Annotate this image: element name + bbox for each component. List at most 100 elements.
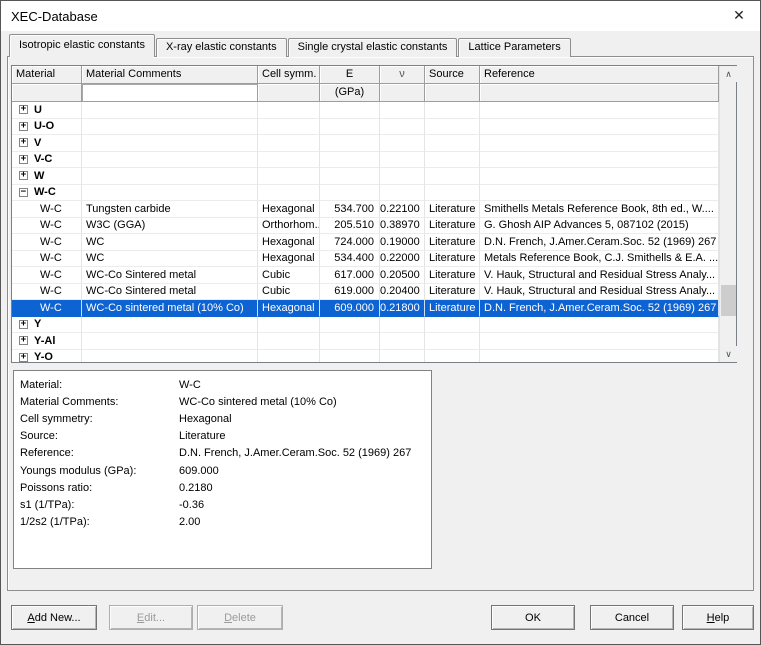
- details-value: 0.2180: [179, 482, 213, 494]
- scroll-down-icon[interactable]: ∨: [720, 346, 737, 362]
- material-cell: −W-C: [12, 185, 82, 202]
- column-header-material-comments[interactable]: Material Comments: [82, 66, 258, 84]
- empty-cell: [480, 135, 719, 152]
- table-header: MaterialMaterial CommentsCell symm.EνSou…: [12, 66, 719, 84]
- empty-cell: [425, 333, 480, 350]
- tree-group-row-u[interactable]: +U: [12, 102, 719, 119]
- reference-cell: Metals Reference Book, C.J. Smithells & …: [480, 251, 719, 268]
- empty-cell: [258, 152, 320, 169]
- column-header-cell-symm-[interactable]: Cell symm.: [258, 66, 320, 84]
- table-row[interactable]: W-CWC-Co Sintered metalCubic617.0000.205…: [12, 267, 719, 284]
- empty-cell: [480, 168, 719, 185]
- ok-button[interactable]: OK: [491, 605, 575, 630]
- column-header-source[interactable]: Source: [425, 66, 480, 84]
- expand-icon[interactable]: +: [19, 138, 28, 147]
- subheader-cell: [480, 84, 719, 102]
- details-value: WC-Co sintered metal (10% Co): [179, 396, 337, 408]
- cell-symmetry-cell: Orthorhom...: [258, 218, 320, 235]
- empty-cell: [258, 168, 320, 185]
- empty-cell: [480, 333, 719, 350]
- cancel-button[interactable]: Cancel: [590, 605, 674, 630]
- comments-cell: WC-Co Sintered metal: [82, 284, 258, 301]
- table-row-selected[interactable]: W-CWC-Co sintered metal (10% Co)Hexagona…: [12, 300, 719, 317]
- column-header--[interactable]: ν: [380, 66, 425, 84]
- tree-group-row-y-o[interactable]: +Y-O: [12, 350, 719, 363]
- material-cell: +W: [12, 168, 82, 185]
- empty-cell: [82, 102, 258, 119]
- empty-cell: [258, 333, 320, 350]
- column-header-e[interactable]: E: [320, 66, 380, 84]
- vertical-scrollbar[interactable]: ∧ ∨: [719, 66, 736, 362]
- source-cell: Literature: [425, 201, 480, 218]
- empty-cell: [380, 185, 425, 202]
- table-row[interactable]: W-CTungsten carbideHexagonal534.7000.221…: [12, 201, 719, 218]
- tree-group-row-w[interactable]: +W: [12, 168, 719, 185]
- expand-icon[interactable]: +: [19, 122, 28, 131]
- table-row[interactable]: W-CWCHexagonal724.0000.19000LiteratureD.…: [12, 234, 719, 251]
- scroll-up-icon[interactable]: ∧: [720, 66, 737, 82]
- details-value: W-C: [179, 379, 201, 391]
- empty-cell: [425, 317, 480, 334]
- details-row: Cell symmetry:Hexagonal: [20, 410, 425, 427]
- expand-icon[interactable]: +: [19, 171, 28, 180]
- expand-icon[interactable]: +: [19, 336, 28, 345]
- add-new-button[interactable]: Add New...: [11, 605, 97, 630]
- reference-cell: D.N. French, J.Amer.Ceram.Soc. 52 (1969)…: [480, 300, 719, 317]
- comments-cell: WC-Co Sintered metal: [82, 267, 258, 284]
- empty-cell: [320, 119, 380, 136]
- details-value: Hexagonal: [179, 413, 232, 425]
- tree-group-row-v[interactable]: +V: [12, 135, 719, 152]
- tree-group-row-y[interactable]: +Y: [12, 317, 719, 334]
- tab-lattice-parameters[interactable]: Lattice Parameters: [458, 38, 570, 57]
- empty-cell: [425, 350, 480, 363]
- tab-isotropic-elastic-constants[interactable]: Isotropic elastic constants: [9, 34, 155, 57]
- table-rows: +U+U-O+V+V-C+W−W-CW-CTungsten carbideHex…: [12, 102, 719, 362]
- source-cell: Literature: [425, 300, 480, 317]
- tree-group-row-y-al[interactable]: +Y-Al: [12, 333, 719, 350]
- table-row[interactable]: W-CWCHexagonal534.4000.22000LiteratureMe…: [12, 251, 719, 268]
- material-cell: +Y-O: [12, 350, 82, 363]
- empty-cell: [480, 119, 719, 136]
- material-cell: +V-C: [12, 152, 82, 169]
- tab-x-ray-elastic-constants[interactable]: X-ray elastic constants: [156, 38, 287, 57]
- expand-icon[interactable]: +: [19, 105, 28, 114]
- youngs-modulus-cell: 609.000: [320, 300, 380, 317]
- expand-icon[interactable]: +: [19, 353, 28, 362]
- material-cell: W-C: [12, 218, 82, 235]
- cell-symmetry-cell: Cubic: [258, 284, 320, 301]
- cell-symmetry-cell: Hexagonal: [258, 234, 320, 251]
- tab-single-crystal-elastic-constants[interactable]: Single crystal elastic constants: [288, 38, 458, 57]
- comments-cell: WC: [82, 251, 258, 268]
- details-label: Youngs modulus (GPa):: [20, 465, 179, 477]
- empty-cell: [425, 152, 480, 169]
- cell-symmetry-cell: Hexagonal: [258, 251, 320, 268]
- details-panel: Material:W-CMaterial Comments:WC-Co sint…: [13, 370, 432, 569]
- table-row[interactable]: W-CWC-Co Sintered metalCubic619.0000.204…: [12, 284, 719, 301]
- tree-group-row-u-o[interactable]: + U-O: [12, 119, 719, 136]
- comments-cell: WC: [82, 234, 258, 251]
- expand-icon[interactable]: +: [19, 155, 28, 164]
- close-icon[interactable]: ✕: [718, 1, 760, 30]
- column-header-material[interactable]: Material: [12, 66, 82, 84]
- youngs-modulus-cell: 534.400: [320, 251, 380, 268]
- empty-cell: [380, 119, 425, 136]
- subheader-cell: [258, 84, 320, 102]
- expand-icon[interactable]: +: [19, 320, 28, 329]
- tree-group-row-w-c[interactable]: −W-C: [12, 185, 719, 202]
- empty-cell: [258, 135, 320, 152]
- details-row: Poissons ratio:0.2180: [20, 479, 425, 496]
- empty-cell: [258, 185, 320, 202]
- details-row: 1/2s2 (1/TPa):2.00: [20, 514, 425, 531]
- help-button[interactable]: Help: [682, 605, 754, 630]
- empty-cell: [480, 350, 719, 363]
- source-cell: Literature: [425, 284, 480, 301]
- empty-cell: [380, 152, 425, 169]
- group-label: U-O: [34, 120, 54, 132]
- table-row[interactable]: W-CW3C (GGA)Orthorhom...205.5100.38970Li…: [12, 218, 719, 235]
- column-header-reference[interactable]: Reference: [480, 66, 719, 84]
- collapse-icon[interactable]: −: [19, 188, 28, 197]
- scrollbar-thumb[interactable]: [721, 285, 736, 316]
- tree-group-row-v-c[interactable]: +V-C: [12, 152, 719, 169]
- window-title: XEC-Database: [11, 9, 98, 24]
- material-cell: + U-O: [12, 119, 82, 136]
